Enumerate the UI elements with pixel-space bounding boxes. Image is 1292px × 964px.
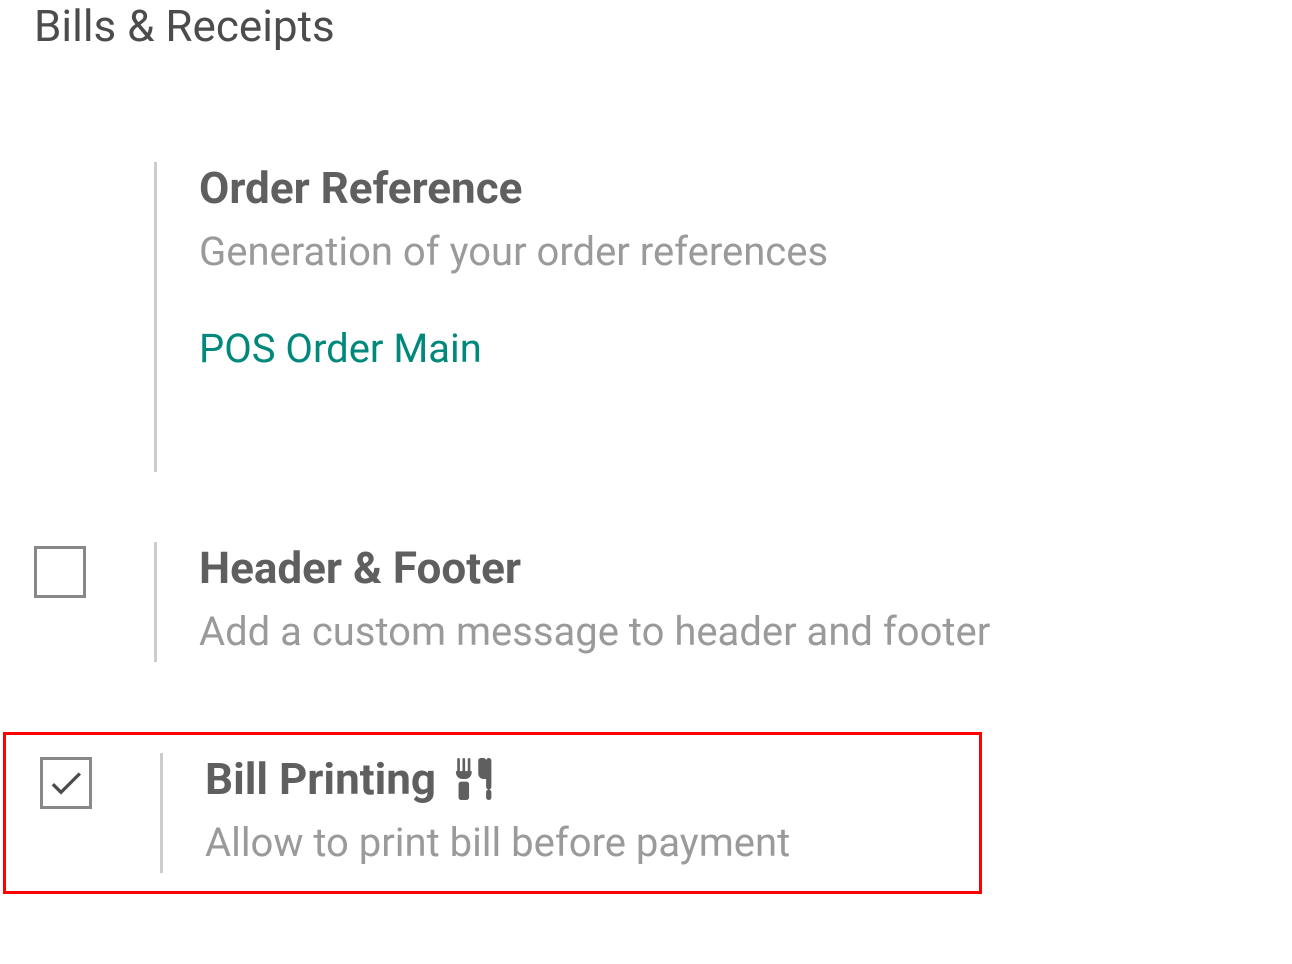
checkbox-bill-printing[interactable] [40, 757, 92, 809]
divider [154, 162, 157, 472]
setting-content: Header & Footer Add a custom message to … [199, 542, 1292, 655]
setting-desc-order-reference: Generation of your order references [199, 228, 1292, 275]
setting-title-bill-printing: Bill Printing [205, 753, 979, 805]
setting-desc-bill-printing: Allow to print bill before payment [205, 819, 979, 866]
setting-title-bill-printing-text: Bill Printing [205, 753, 436, 805]
setting-title-order-reference: Order Reference [199, 162, 1292, 214]
divider [154, 542, 157, 662]
check-icon [46, 763, 86, 803]
checkbox-placeholder [34, 162, 154, 166]
setting-content: Bill Printing Allow to print bill before… [205, 753, 979, 866]
setting-order-reference: Order Reference Generation of your order… [0, 162, 1292, 472]
utensils-icon [452, 758, 494, 800]
link-pos-order-main[interactable]: POS Order Main [199, 325, 482, 372]
setting-desc-header-footer: Add a custom message to header and foote… [199, 608, 1292, 655]
setting-title-header-footer: Header & Footer [199, 542, 1292, 594]
divider [160, 753, 163, 873]
section-title: Bills & Receipts [0, 0, 1292, 52]
setting-content: Order Reference Generation of your order… [199, 162, 1292, 372]
setting-bill-printing: Bill Printing Allow to print bill before… [3, 732, 982, 894]
checkbox-header-footer[interactable] [34, 546, 86, 598]
setting-header-footer: Header & Footer Add a custom message to … [0, 542, 1292, 662]
